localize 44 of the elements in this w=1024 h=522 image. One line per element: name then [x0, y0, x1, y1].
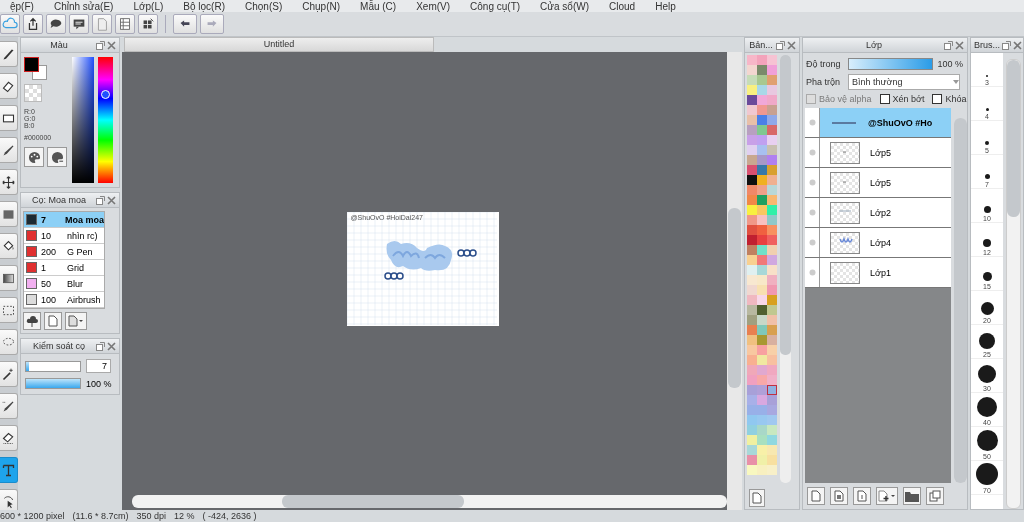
blend-mode-dropdown[interactable]: Bình thường	[848, 74, 960, 90]
menu-item[interactable]: Lớp(L)	[123, 0, 174, 12]
blend-label: Pha trộn	[806, 77, 842, 87]
brush-item[interactable]: 7 Moa moa	[24, 212, 104, 228]
brush-item[interactable]: 200 G Pen	[24, 244, 104, 260]
menu-item[interactable]: Xem(V)	[406, 0, 461, 12]
opacity-label: Độ trong	[806, 59, 842, 69]
status-text: 350 dpi	[136, 511, 166, 521]
panel-title: Brus...	[974, 40, 1000, 50]
layer-row[interactable]: @ShuOvO #Ho	[805, 108, 951, 138]
menu-item[interactable]: Mẫu (C)	[350, 0, 407, 12]
size-value: 7	[86, 359, 111, 373]
layer-row[interactable]: Lớp4	[805, 228, 951, 258]
layer-row[interactable]: Lớp5	[805, 138, 951, 168]
brush-item[interactable]: 10 nhìn rc)	[24, 228, 104, 244]
status-text: 600 * 1200 pixel	[0, 511, 65, 521]
menu-item[interactable]: Chọn(S)	[235, 0, 293, 12]
opacity-value: 100 %	[937, 59, 963, 69]
status-text: (11.6 * 8.7cm)	[72, 511, 129, 521]
menu-item[interactable]: Chụp(N)	[292, 0, 351, 12]
layer-row[interactable]: Lớp5	[805, 168, 951, 198]
brush-item[interactable]: 50 Blur	[24, 276, 104, 292]
checkbox[interactable]: Khóa	[932, 94, 967, 104]
panel-title: Kiểm soát cọ	[32, 341, 86, 351]
menu-item[interactable]: Cửa sổ(W)	[530, 0, 599, 12]
checkbox[interactable]: Xén bớt	[879, 94, 925, 104]
menu-item[interactable]: Help	[645, 0, 686, 12]
menu-item[interactable]: Bộ lọc(R)	[173, 0, 235, 12]
document-tab[interactable]: Untitled	[124, 37, 434, 52]
panel-title: Màu	[49, 40, 69, 50]
brush-item[interactable]: 100 Airbrush	[24, 292, 104, 308]
menu-item[interactable]: Cloud	[599, 0, 646, 12]
menu-item[interactable]: ệp(F)	[0, 0, 44, 12]
layer-row[interactable]: Lớp1	[805, 258, 951, 288]
layer-row[interactable]: Lớp2	[805, 198, 951, 228]
menu-item[interactable]: Chỉnh sửa(E)	[43, 0, 124, 12]
status-text: ( -424, 2636 )	[202, 511, 257, 521]
panel-title: Bản...	[748, 40, 774, 50]
panel-title: Lớp	[865, 40, 883, 50]
status-text: 12 %	[173, 511, 195, 521]
panel-title: Cọ: Moa moa	[31, 195, 87, 205]
menu-item[interactable]: Công cụ(T)	[460, 0, 531, 12]
opacity-value: 100 %	[86, 378, 112, 389]
brush-item[interactable]: 1 Grid	[24, 260, 104, 276]
